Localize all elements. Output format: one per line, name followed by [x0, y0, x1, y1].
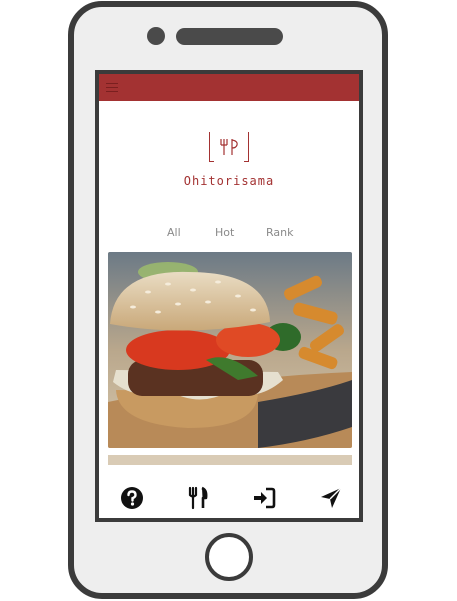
camera-dot [147, 27, 165, 45]
send-icon[interactable] [319, 486, 343, 510]
fork-knife-icon[interactable] [186, 486, 210, 510]
tab-hot[interactable]: Hot [215, 226, 234, 239]
fork-spoon-logo-icon [207, 132, 251, 162]
speaker-slot [176, 28, 283, 45]
help-icon[interactable] [120, 486, 144, 510]
app-logo: Ohitorisama [99, 132, 359, 188]
top-bar [99, 74, 359, 101]
bottom-navigation [99, 476, 359, 518]
next-feed-card[interactable] [108, 455, 352, 465]
category-tabs: All Hot Rank [99, 226, 359, 242]
app-name: Ohitorisama [183, 174, 275, 188]
tab-rank[interactable]: Rank [266, 226, 293, 239]
tab-all[interactable]: All [167, 226, 181, 239]
burger-photo[interactable] [108, 252, 352, 448]
sign-in-icon[interactable] [252, 486, 276, 510]
home-button[interactable] [205, 533, 253, 581]
hamburger-menu-icon[interactable] [106, 80, 118, 94]
app-screen: Ohitorisama All Hot Rank [95, 70, 363, 522]
